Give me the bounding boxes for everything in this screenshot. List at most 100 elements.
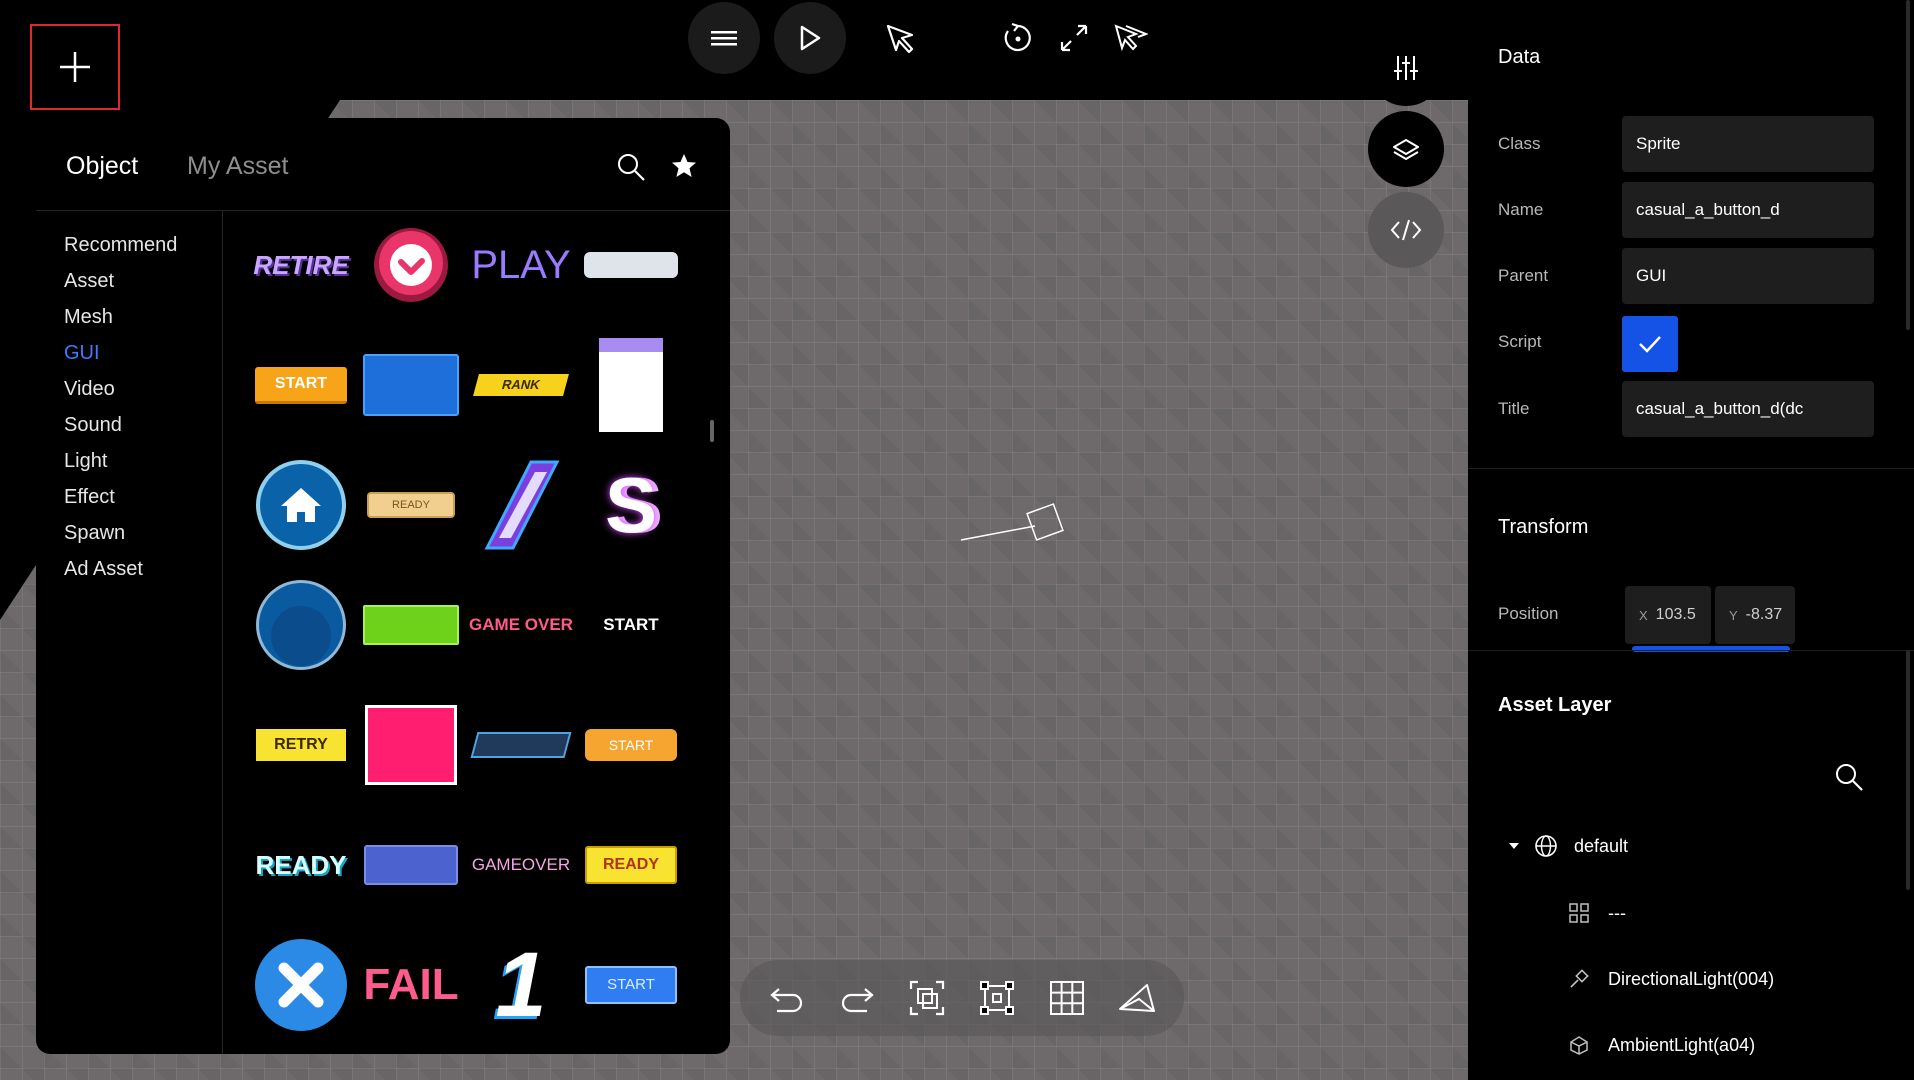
tab-object[interactable]: Object [66,152,138,181]
transform-box-button[interactable] [969,970,1025,1026]
camera-view-icon [1119,984,1155,1012]
asset-item[interactable]: 1 [466,930,576,1040]
asset-item[interactable] [246,570,356,680]
asset-item[interactable] [576,330,686,440]
undo-icon [770,988,803,1013]
grid-toggle-button[interactable] [1039,970,1095,1026]
category-sound[interactable]: Sound [64,414,122,437]
asset-item[interactable]: READY [576,810,686,920]
asset-item[interactable]: RETIRE [246,210,356,320]
expand-button[interactable] [1046,2,1102,74]
category-video[interactable]: Video [64,378,115,401]
title-field[interactable]: casual_a_button_d(dc [1622,381,1874,437]
layer-search-button[interactable] [1834,762,1864,797]
asset-item[interactable] [576,210,686,320]
play-button[interactable] [774,1,846,74]
asset-item[interactable]: START [576,690,686,800]
category-ad-asset[interactable]: Ad Asset [64,558,143,581]
asset-item[interactable]: GAME OVER [466,570,576,680]
data-scrollbar[interactable] [1906,0,1910,330]
select-pointer-button[interactable] [872,2,928,74]
category-gui[interactable]: GUI [64,342,100,365]
class-field[interactable]: Sprite [1622,116,1874,172]
tab-my-asset[interactable]: My Asset [187,152,288,181]
asset-item[interactable] [356,570,466,680]
layer-root-label: default [1574,835,1629,856]
rotate-icon [1004,22,1031,51]
frame-select-button[interactable] [899,970,955,1026]
asset-item[interactable]: START [576,570,686,680]
asset-item[interactable]: PLAY [466,210,576,320]
asset-item[interactable] [466,690,576,800]
asset-item[interactable] [466,450,576,560]
asset-layer-title: Asset Layer [1498,694,1612,716]
scene-viewport[interactable]: Object My Asset Recommend Asset Mesh GUI… [0,0,1468,1080]
asset-layer-scrollbar[interactable] [1906,650,1910,890]
rotate-button[interactable] [990,2,1046,74]
position-y-field[interactable]: Y -8.37 [1715,586,1795,644]
layer-root[interactable]: default [1508,834,1628,858]
code-icon [1390,219,1422,241]
asset-panel-header: Object My Asset [36,118,730,211]
category-light[interactable]: Light [64,450,107,473]
layer-item-label: AmbientLight(a04) [1608,1034,1756,1055]
menu-button[interactable] [688,1,760,74]
undo-button[interactable] [759,970,815,1026]
camera-view-button[interactable] [1109,970,1165,1026]
asset-item[interactable] [356,330,466,440]
redo-button[interactable] [829,970,885,1026]
asset-item[interactable]: S [576,450,686,560]
search-icon [618,154,645,181]
data-section-title: Data [1498,46,1541,68]
directional-light-icon [1570,969,1589,988]
scene-object-gizmo[interactable] [955,498,1075,548]
asset-item[interactable] [246,450,356,560]
code-button[interactable] [1368,192,1444,268]
layer-item[interactable]: --- [1568,902,1626,924]
asset-item[interactable]: RANK [466,330,576,440]
asset-item[interactable]: GAMEOVER [466,810,576,920]
parent-field[interactable]: GUI [1622,248,1874,304]
transform-section-title: Transform [1498,516,1589,538]
asset-item[interactable]: FAIL [356,930,466,1040]
position-y-value: -8.37 [1745,606,1783,623]
asset-grid-scrollbar[interactable] [710,420,714,442]
category-asset[interactable]: Asset [64,270,114,293]
asset-item[interactable]: READY [246,810,356,920]
category-spawn[interactable]: Spawn [64,522,125,545]
class-label: Class [1498,134,1541,153]
asset-item[interactable]: START [246,330,356,440]
script-checkbox[interactable] [1622,316,1678,372]
sliders-icon [1394,56,1418,80]
asset-item[interactable] [356,690,466,800]
layer-item-label: DirectionalLight(004) [1608,968,1775,989]
asset-item[interactable]: RETRY [246,690,356,800]
category-list: Recommend Asset Mesh GUI Video Sound Lig… [36,210,223,1054]
star-icon [672,154,696,177]
layer-item[interactable]: DirectionalLight(004) [1568,968,1774,990]
asset-label: READY [367,492,455,518]
add-object-button[interactable] [30,24,120,110]
grid-four-icon [1569,903,1589,923]
layer-item[interactable]: AmbientLight(a04) [1568,1034,1755,1056]
globe-icon [1535,835,1557,857]
parent-label: Parent [1498,266,1549,285]
asset-item[interactable]: START [576,930,686,1040]
asset-item[interactable] [356,210,466,320]
name-field[interactable]: casual_a_button_d [1622,182,1874,238]
position-scrollbar[interactable] [1632,646,1790,652]
layers-button[interactable] [1368,111,1444,187]
favorites-button[interactable] [670,152,698,185]
category-recommend[interactable]: Recommend [64,234,177,257]
play-icon [800,25,821,50]
blue-circle-icon [256,580,346,670]
category-effect[interactable]: Effect [64,486,115,509]
category-mesh[interactable]: Mesh [64,306,113,329]
position-x-field[interactable]: X 103.5 [1625,586,1711,644]
asset-item[interactable]: READY [356,450,466,560]
settings-sliders-button[interactable] [1368,30,1444,106]
asset-search-button[interactable] [616,152,646,187]
asset-item[interactable] [356,810,466,920]
multi-select-pointer-button[interactable] [1102,2,1158,74]
asset-item[interactable] [246,930,356,1040]
